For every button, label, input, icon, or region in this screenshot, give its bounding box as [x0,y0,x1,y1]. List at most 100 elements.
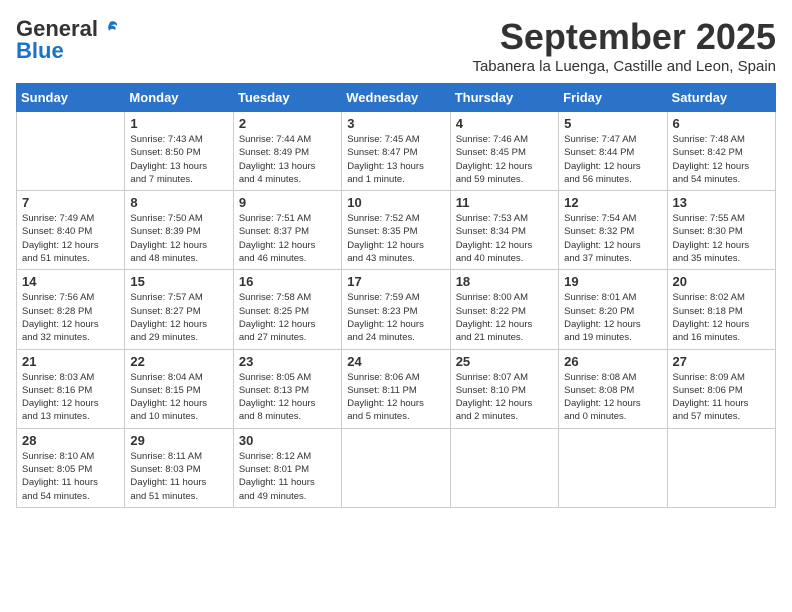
day-number: 11 [456,195,553,210]
calendar-week-row: 14Sunrise: 7:56 AMSunset: 8:28 PMDayligh… [17,270,776,349]
calendar-cell [667,428,775,507]
day-number: 15 [130,274,227,289]
calendar-cell: 9Sunrise: 7:51 AMSunset: 8:37 PMDaylight… [233,191,341,270]
calendar-cell: 1 Sunrise: 7:43 AMSunset: 8:50 PMDaylight… [125,112,233,191]
day-info: Sunrise: 8:05 AMSunset: 8:13 PMDaylight:… [239,371,336,424]
day-info: Sunrise: 8:03 AMSunset: 8:16 PMDaylight:… [22,371,119,424]
calendar-cell: 26 Sunrise: 8:08 AMSunset: 8:08 PMDayligh… [559,349,667,428]
day-number: 17 [347,274,444,289]
location-title: Tabanera la Luenga, Castille and Leon, S… [472,58,776,75]
weekday-header-wednesday: Wednesday [342,84,450,112]
day-info: Sunrise: 8:12 AMSunset: 8:01 PMDaylight:… [239,450,336,503]
calendar-cell: 10 Sunrise: 7:52 AMSunset: 8:35 PMDayligh… [342,191,450,270]
day-number: 26 [564,354,661,369]
calendar-cell: 8Sunrise: 7:50 AMSunset: 8:39 PMDaylight… [125,191,233,270]
day-number: 20 [673,274,770,289]
calendar-cell: 18 Sunrise: 8:00 AMSunset: 8:22 PMDayligh… [450,270,558,349]
day-info: Sunrise: 8:10 AMSunset: 8:05 PMDaylight:… [22,450,119,503]
day-info: Sunrise: 8:04 AMSunset: 8:15 PMDaylight:… [130,371,227,424]
calendar-table: SundayMondayTuesdayWednesdayThursdayFrid… [16,83,776,508]
calendar-cell: 21 Sunrise: 8:03 AMSunset: 8:16 PMDayligh… [17,349,125,428]
day-info: Sunrise: 7:47 AMSunset: 8:44 PMDaylight:… [564,133,661,186]
day-info: Sunrise: 7:50 AMSunset: 8:39 PMDaylight:… [130,212,227,265]
day-info: Sunrise: 8:08 AMSunset: 8:08 PMDaylight:… [564,371,661,424]
weekday-header-saturday: Saturday [667,84,775,112]
day-number: 7 [22,195,119,210]
calendar-cell: 24Sunrise: 8:06 AMSunset: 8:11 PMDayligh… [342,349,450,428]
day-number: 3 [347,116,444,131]
calendar-cell: 20 Sunrise: 8:02 AMSunset: 8:18 PMDayligh… [667,270,775,349]
calendar-cell: 2 Sunrise: 7:44 AMSunset: 8:49 PMDaylight… [233,112,341,191]
day-info: Sunrise: 7:46 AMSunset: 8:45 PMDaylight:… [456,133,553,186]
calendar-cell: 27 Sunrise: 8:09 AMSunset: 8:06 PMDayligh… [667,349,775,428]
day-number: 2 [239,116,336,131]
calendar-cell: 25Sunrise: 8:07 AMSunset: 8:10 PMDayligh… [450,349,558,428]
day-number: 27 [673,354,770,369]
day-info: Sunrise: 7:57 AMSunset: 8:27 PMDaylight:… [130,291,227,344]
day-info: Sunrise: 7:53 AMSunset: 8:34 PMDaylight:… [456,212,553,265]
day-number: 4 [456,116,553,131]
day-info: Sunrise: 7:54 AMSunset: 8:32 PMDaylight:… [564,212,661,265]
day-info: Sunrise: 7:43 AMSunset: 8:50 PMDaylight:… [130,133,227,186]
calendar-cell: 17 Sunrise: 7:59 AMSunset: 8:23 PMDayligh… [342,270,450,349]
calendar-cell: 14Sunrise: 7:56 AMSunset: 8:28 PMDayligh… [17,270,125,349]
day-info: Sunrise: 8:11 AMSunset: 8:03 PMDaylight:… [130,450,227,503]
calendar-week-row: 28 Sunrise: 8:10 AMSunset: 8:05 PMDayligh… [17,428,776,507]
calendar-cell: 19 Sunrise: 8:01 AMSunset: 8:20 PMDayligh… [559,270,667,349]
day-info: Sunrise: 7:44 AMSunset: 8:49 PMDaylight:… [239,133,336,186]
calendar-week-row: 7 Sunrise: 7:49 AMSunset: 8:40 PMDaylight… [17,191,776,270]
calendar-week-row: 21 Sunrise: 8:03 AMSunset: 8:16 PMDayligh… [17,349,776,428]
calendar-cell: 22 Sunrise: 8:04 AMSunset: 8:15 PMDayligh… [125,349,233,428]
calendar-cell: 29 Sunrise: 8:11 AMSunset: 8:03 PMDayligh… [125,428,233,507]
day-number: 29 [130,433,227,448]
day-info: Sunrise: 7:59 AMSunset: 8:23 PMDaylight:… [347,291,444,344]
calendar-cell: 6Sunrise: 7:48 AMSunset: 8:42 PMDaylight… [667,112,775,191]
day-number: 14 [22,274,119,289]
day-info: Sunrise: 7:51 AMSunset: 8:37 PMDaylight:… [239,212,336,265]
day-info: Sunrise: 8:02 AMSunset: 8:18 PMDaylight:… [673,291,770,344]
calendar-cell: 30 Sunrise: 8:12 AMSunset: 8:01 PMDayligh… [233,428,341,507]
calendar-cell: 4 Sunrise: 7:46 AMSunset: 8:45 PMDaylight… [450,112,558,191]
day-info: Sunrise: 8:00 AMSunset: 8:22 PMDaylight:… [456,291,553,344]
calendar-cell: 23Sunrise: 8:05 AMSunset: 8:13 PMDayligh… [233,349,341,428]
title-block: September 2025 Tabanera la Luenga, Casti… [472,16,776,75]
day-number: 10 [347,195,444,210]
day-number: 22 [130,354,227,369]
day-number: 13 [673,195,770,210]
day-info: Sunrise: 7:45 AMSunset: 8:47 PMDaylight:… [347,133,444,186]
day-info: Sunrise: 8:09 AMSunset: 8:06 PMDaylight:… [673,371,770,424]
calendar-cell: 7 Sunrise: 7:49 AMSunset: 8:40 PMDaylight… [17,191,125,270]
day-number: 30 [239,433,336,448]
calendar-week-row: 1 Sunrise: 7:43 AMSunset: 8:50 PMDaylight… [17,112,776,191]
weekday-header-friday: Friday [559,84,667,112]
day-number: 5 [564,116,661,131]
page-header: General Blue September 2025 Tabanera la … [16,16,776,75]
calendar-cell [342,428,450,507]
day-number: 1 [130,116,227,131]
day-info: Sunrise: 7:52 AMSunset: 8:35 PMDaylight:… [347,212,444,265]
logo: General Blue [16,16,120,64]
day-info: Sunrise: 8:01 AMSunset: 8:20 PMDaylight:… [564,291,661,344]
calendar-cell: 13 Sunrise: 7:55 AMSunset: 8:30 PMDayligh… [667,191,775,270]
calendar-cell: 16 Sunrise: 7:58 AMSunset: 8:25 PMDayligh… [233,270,341,349]
weekday-header-thursday: Thursday [450,84,558,112]
weekday-header-monday: Monday [125,84,233,112]
calendar-cell [17,112,125,191]
day-number: 19 [564,274,661,289]
day-info: Sunrise: 7:49 AMSunset: 8:40 PMDaylight:… [22,212,119,265]
calendar-cell: 15 Sunrise: 7:57 AMSunset: 8:27 PMDayligh… [125,270,233,349]
logo-bird-icon [100,19,120,39]
weekday-header-tuesday: Tuesday [233,84,341,112]
day-info: Sunrise: 8:07 AMSunset: 8:10 PMDaylight:… [456,371,553,424]
weekday-header-sunday: Sunday [17,84,125,112]
day-number: 18 [456,274,553,289]
day-number: 28 [22,433,119,448]
day-info: Sunrise: 7:55 AMSunset: 8:30 PMDaylight:… [673,212,770,265]
day-info: Sunrise: 7:58 AMSunset: 8:25 PMDaylight:… [239,291,336,344]
day-number: 6 [673,116,770,131]
day-number: 21 [22,354,119,369]
calendar-cell: 3 Sunrise: 7:45 AMSunset: 8:47 PMDaylight… [342,112,450,191]
calendar-cell [450,428,558,507]
day-number: 16 [239,274,336,289]
calendar-cell: 5 Sunrise: 7:47 AMSunset: 8:44 PMDaylight… [559,112,667,191]
